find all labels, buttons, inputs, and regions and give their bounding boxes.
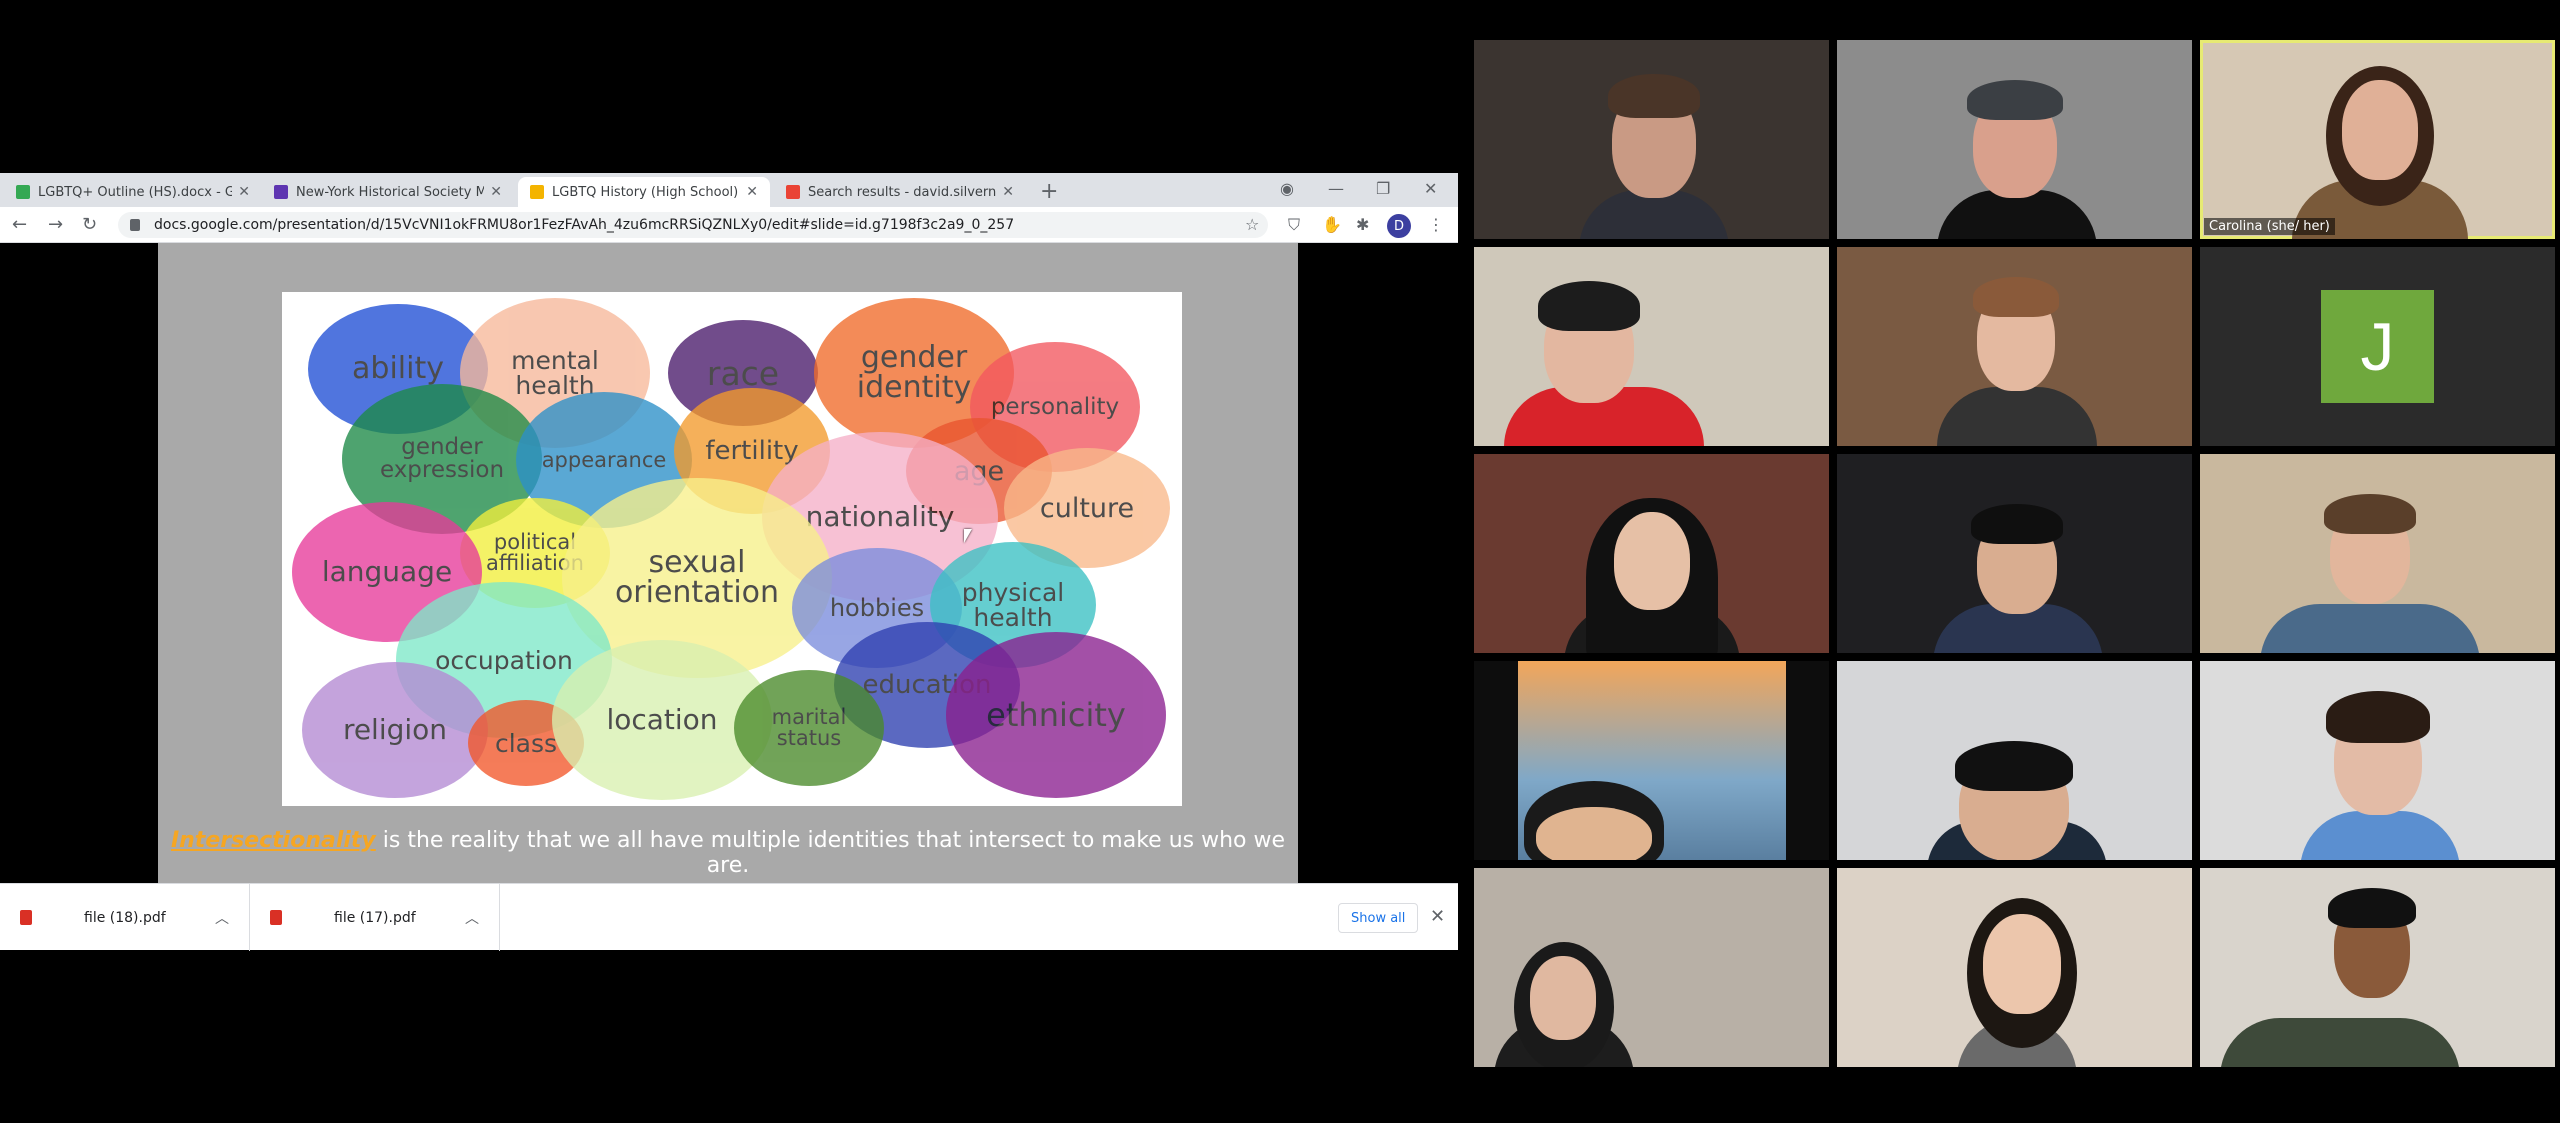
participant-hair [2324,494,2416,534]
reload-icon[interactable]: ↻ [82,214,97,235]
participant-face [1536,807,1652,860]
participant-face [1614,512,1690,610]
video-tile[interactable] [2200,868,2555,1067]
participant-hair [2328,888,2416,928]
video-tile[interactable] [2200,454,2555,653]
restore-icon[interactable]: ❐ [1376,179,1390,198]
show-all-button[interactable]: Show all [1338,903,1419,933]
participant-hair [1538,281,1640,331]
profile-avatar[interactable]: D [1387,214,1411,238]
back-icon[interactable]: ← [12,214,27,235]
participant-hair [2326,691,2430,743]
close-icon[interactable]: ✕ [1430,906,1445,927]
participant-body [2300,811,2460,860]
browser-toolbar: ← → ↻ docs.google.com/presentation/d/15V… [0,207,1458,243]
download-item-file-18[interactable]: file (18).pdf ︿ [0,884,250,951]
tab-search-results[interactable]: Search results - david.silvernail@ ✕ [774,177,1026,207]
menu-icon[interactable]: ⋮ [1428,215,1444,234]
slides-icon [530,185,544,199]
participant-face [1983,914,2061,1014]
video-tile[interactable] [1837,661,2192,860]
chevron-up-icon[interactable]: ︿ [465,908,479,928]
media-icon[interactable]: ◉ [1280,179,1294,198]
video-tile[interactable] [2200,661,2555,860]
lock-icon [130,219,140,231]
participant-body [2220,1018,2460,1067]
new-tab-icon[interactable]: + [1040,179,1058,204]
tab-lgbtq-history[interactable]: LGBTQ History (High School) - G ✕ [518,177,770,207]
video-tile-avatar[interactable]: J [2200,247,2555,446]
caption-text: is the reality that we all have multiple… [375,828,1286,878]
video-tile[interactable] [1837,454,2192,653]
close-icon[interactable]: ✕ [490,184,502,200]
participant-avatar: J [2321,290,2434,403]
mouse-cursor-icon [964,529,972,543]
tab-lgbtq-outline[interactable]: LGBTQ+ Outline (HS).docx - Goo ✕ [4,177,262,207]
video-tile-active-speaker[interactable]: Carolina (she/ her) [2200,40,2555,239]
video-tile[interactable] [1474,40,1829,239]
url-text: docs.google.com/presentation/d/15VcVNI1o… [154,217,1015,233]
video-tile[interactable] [1474,661,1829,860]
participant-cap [1967,80,2063,120]
slide-caption: Intersectionality is the reality that we… [158,828,1298,878]
participant-hair [1955,741,2073,791]
page-viewport: ability mental health race gender identi… [0,243,1458,883]
pdf-icon [20,910,32,925]
video-tile[interactable] [1474,868,1829,1067]
close-icon[interactable]: ✕ [1002,184,1014,200]
participant-body [1937,387,2097,446]
pdf-icon [270,910,282,925]
download-filename: file (17).pdf [334,909,416,926]
page-icon [274,185,288,199]
participant-hair [1608,74,1700,118]
forward-icon[interactable]: → [48,214,63,235]
participant-face [2342,80,2418,180]
tab-bar: LGBTQ+ Outline (HS).docx - Goo ✕ New-Yor… [0,173,1458,207]
participant-name: Carolina (she/ her) [2204,218,2335,235]
drive-icon [16,185,30,199]
star-icon[interactable]: ☆ [1245,215,1259,234]
video-tile[interactable] [1837,868,2192,1067]
identity-word-cloud: ability mental health race gender identi… [282,292,1182,806]
tab-historical-society[interactable]: New-York Historical Society Mus ✕ [262,177,514,207]
video-tile[interactable] [1837,40,2192,239]
video-tile[interactable] [1837,247,2192,446]
chevron-up-icon[interactable]: ︿ [215,908,229,928]
address-bar[interactable]: docs.google.com/presentation/d/15VcVNI1o… [118,212,1268,238]
close-window-icon[interactable]: ✕ [1424,179,1437,198]
presentation-slide: ability mental health race gender identi… [158,243,1298,883]
gmail-icon [786,185,800,199]
word-religion: religion [302,662,488,798]
word-marital-status: marital status [734,670,884,786]
intersectionality-link[interactable]: Intersectionality [171,828,376,853]
close-icon[interactable]: ✕ [238,184,250,200]
word-ethnicity: ethnicity [946,632,1166,798]
close-icon[interactable]: ✕ [746,184,758,200]
downloads-bar: file (18).pdf ︿ file (17).pdf ︿ Show all… [0,883,1458,951]
video-tile[interactable] [1474,247,1829,446]
participant-face [1530,956,1596,1040]
puzzle-icon[interactable]: ✱ [1356,215,1369,234]
participant-body [2260,604,2480,653]
participant-hair [1973,277,2059,317]
minimize-icon[interactable]: — [1328,179,1344,198]
shared-screen-window: LGBTQ+ Outline (HS).docx - Goo ✕ New-Yor… [0,173,1458,951]
extension-hand-icon[interactable]: ✋ [1322,215,1342,234]
download-item-file-17[interactable]: file (17).pdf ︿ [250,884,500,951]
participant-hair [1971,504,2063,544]
extension-shield-icon[interactable]: ⛉ [1288,215,1300,235]
video-tile[interactable] [1474,454,1829,653]
download-filename: file (18).pdf [84,909,166,926]
